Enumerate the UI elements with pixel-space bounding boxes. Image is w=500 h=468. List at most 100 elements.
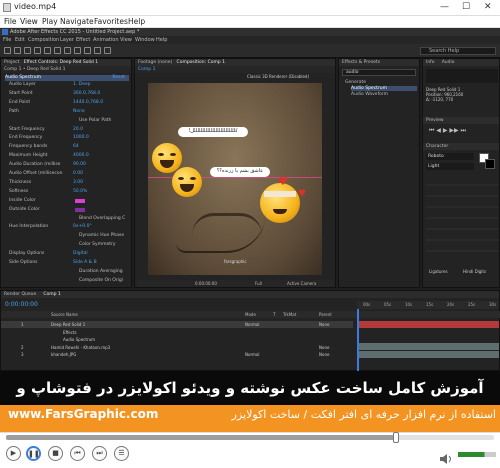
color-swatch: [75, 207, 85, 212]
emoji-eye: [190, 177, 196, 180]
layer-num: 2: [21, 344, 24, 350]
character-tab: Character: [423, 143, 499, 150]
ae-menu-file: File: [3, 37, 12, 43]
effect-property-value: Dynamic Hue Phase: [79, 233, 125, 239]
effect-controls-header: Comp 1 • Deep Red Solid 1: [1, 66, 131, 73]
home-icon: [4, 47, 11, 54]
menu-favorites[interactable]: Favorites: [94, 17, 128, 26]
layer-mode: Normal: [245, 322, 260, 327]
effect-property-label: Audio Offset (millisecon: [9, 171, 63, 176]
ligatures-checkbox: Ligatures: [429, 269, 448, 274]
effect-property-value: 3.00: [73, 179, 84, 185]
banner-url: www.FarsGraphic.com: [8, 407, 159, 421]
tab-effect-controls: Effect Controls: Deep Red Solid 1: [23, 60, 99, 65]
maximize-button[interactable]: ☐: [462, 2, 470, 12]
effect-property-value: Blend Overlapping C: [79, 215, 126, 221]
effects-presets-panel: Effects & Presets audio Generate Audio S…: [338, 58, 420, 288]
video-file-icon: [3, 3, 11, 12]
ae-menu-effect: Effect: [76, 37, 91, 43]
timeline-tabs: Render Queue Comp 1: [1, 291, 499, 298]
effect-property-value: 0.00: [73, 171, 84, 176]
layer-parent: None: [319, 344, 330, 350]
layer-parent: None: [319, 352, 330, 357]
effect-property-value: 360.0,768.0: [73, 90, 101, 96]
timeline-layer-row: 1 Deep Red Solid 1 Normal None: [1, 321, 353, 328]
window-title: video.mp4: [14, 2, 57, 11]
speaker-icon[interactable]: [440, 449, 452, 464]
heart-icon: ♥: [298, 189, 307, 199]
preview-controls: ⏮ ◀ ▶ ▶▶ ⏭: [429, 127, 466, 134]
ae-menu-edit: Edit: [15, 37, 25, 43]
emoji-mouth: [160, 160, 174, 168]
composition-subtab: Comp 1: [135, 66, 335, 73]
comp-time: 0:00:00:00: [195, 281, 217, 286]
effect-property-value: Color Symmetry: [79, 242, 116, 248]
tab-comp-1: Comp 1: [43, 292, 61, 297]
time-ruler: 00s 05s 10s 15s 20s 25s 30s: [357, 301, 499, 309]
ae-toolbar: Search Help: [0, 44, 500, 58]
ae-search-help: Search Help: [420, 47, 496, 55]
effect-property-label: Maximum Height: [9, 153, 48, 159]
layer-mode: Normal: [245, 352, 260, 357]
video-frame[interactable]: Adobe After Effects CC 2015 - Untitled P…: [0, 28, 500, 371]
previous-icon[interactable]: ⏮: [70, 446, 85, 461]
effect-property-value: 0x+0.0°: [73, 224, 92, 230]
info-tabs: Info Audio: [423, 59, 499, 66]
menu-navigate[interactable]: Navigate: [60, 17, 94, 26]
composition-tabs: Footage (none) Composition: Comp 1: [135, 59, 335, 66]
effect-property-label: Frequency bands: [9, 144, 48, 150]
menu-view[interactable]: View: [20, 17, 38, 26]
effect-property-value: 50.0%: [73, 188, 88, 194]
minimize-button[interactable]: —: [440, 2, 449, 12]
seek-thumb[interactable]: [393, 432, 400, 443]
character-settings: [426, 175, 498, 255]
effect-property-label: Inside Color: [9, 197, 36, 203]
layer-bar-image: [359, 351, 499, 358]
tab-footage: Footage (none): [138, 60, 173, 65]
next-icon[interactable]: ⏭: [92, 446, 107, 461]
zoom-select: Full: [255, 281, 262, 286]
tab-composition: Composition: Comp 1: [176, 60, 226, 65]
effect-property-value: Digital: [73, 251, 88, 257]
ruler-tick-label: 30s: [489, 302, 497, 307]
menu-file[interactable]: File: [4, 17, 17, 26]
pan-tool-icon: [64, 47, 71, 54]
title-banner: آموزش کامل ساخت عکس نوشته و ویدئو اکولای…: [0, 371, 500, 431]
info-character-panel: Info Audio Deep Red Solid 1 Position: 96…: [422, 58, 500, 288]
laughing-emoji-icon: [152, 143, 182, 173]
effect-property-value: Use Polar Path: [79, 117, 112, 123]
laughing-emoji-icon: [172, 167, 202, 197]
stroke-color-swatch: [485, 159, 495, 169]
pause-icon[interactable]: ❚❚: [26, 446, 41, 461]
col-mode: Mode: [245, 312, 256, 317]
ae-menu-view: View: [120, 37, 132, 43]
effect-property-value: None: [73, 108, 85, 114]
banner-subtitle: استفاده از نرم افزار حرفه ای افتر افکت /…: [231, 408, 496, 421]
layer-name: khandeh.JPG: [51, 352, 77, 357]
renderer-note: Classic 3D Renderer (Disabled): [247, 74, 310, 79]
play-icon[interactable]: ▶: [6, 446, 21, 461]
menu-help[interactable]: Help: [128, 17, 145, 26]
menu-play[interactable]: Play: [42, 17, 58, 26]
ruler-tick-label: 25s: [468, 302, 476, 307]
emoji-mouth: [273, 209, 287, 214]
timeline-time: 0:00:00:00: [5, 301, 38, 308]
effect-property-label: Start Point: [9, 90, 33, 96]
effect-controls-panel: Project Effect Controls: Deep Red Solid …: [0, 58, 132, 288]
effect-property-label: Side Options: [9, 260, 38, 265]
stop-icon[interactable]: ■: [48, 446, 63, 461]
layer-name: Audio Spectrum: [63, 337, 96, 342]
rectangle-tool-icon: [74, 47, 81, 54]
col-trkmat: TrkMat: [283, 312, 297, 317]
effects-tree-audio-waveform: Audio Waveform: [351, 92, 389, 97]
heart-icon: ♥: [278, 175, 288, 188]
volume-slider[interactable]: [458, 452, 496, 457]
layer-name: Effects: [63, 329, 77, 335]
menu-icon[interactable]: ☰: [114, 446, 129, 461]
ae-menu-layer: Layer: [60, 37, 74, 43]
effect-property-value: 1440.0,768.0: [73, 99, 104, 105]
close-button[interactable]: ✕: [484, 2, 492, 12]
tab-info: Info: [426, 60, 435, 65]
ae-menu-help: Help: [156, 37, 168, 43]
ruler-tick-label: 00s: [363, 302, 371, 307]
